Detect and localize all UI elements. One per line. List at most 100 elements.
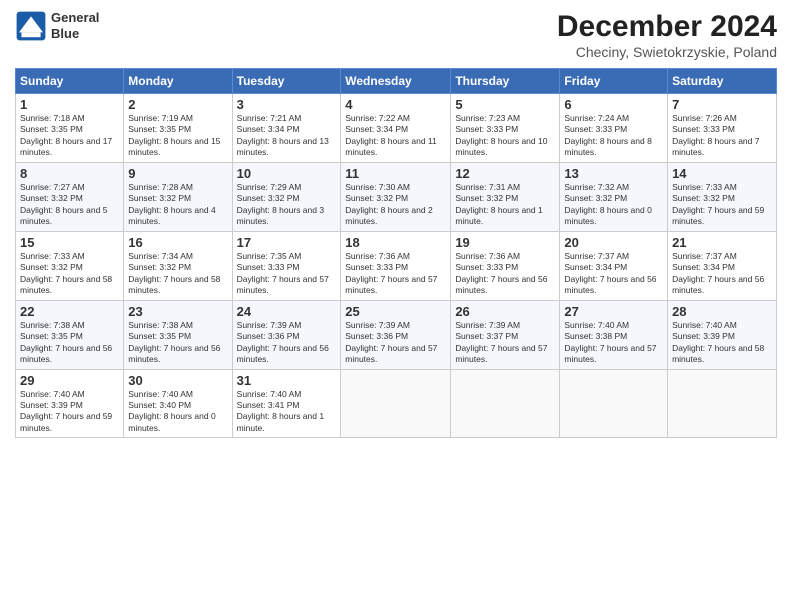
day-info: Sunrise: 7:22 AM Sunset: 3:34 PM Dayligh…: [345, 113, 446, 159]
day-info: Sunrise: 7:40 AM Sunset: 3:38 PM Dayligh…: [564, 320, 663, 366]
calendar-row-5: 29Sunrise: 7:40 AM Sunset: 3:39 PM Dayli…: [16, 369, 777, 438]
title-area: December 2024 Checiny, Swietokrzyskie, P…: [557, 10, 777, 60]
table-row: 24Sunrise: 7:39 AM Sunset: 3:36 PM Dayli…: [232, 300, 341, 369]
table-row: 10Sunrise: 7:29 AM Sunset: 3:32 PM Dayli…: [232, 162, 341, 231]
day-info: Sunrise: 7:26 AM Sunset: 3:33 PM Dayligh…: [672, 113, 772, 159]
day-number: 2: [128, 97, 227, 112]
calendar-row-4: 22 Sunrise: 7:38 AM Sunset: 3:35 PM Dayli…: [16, 300, 777, 369]
day-info: Sunrise: 7:29 AM Sunset: 3:32 PM Dayligh…: [237, 182, 337, 228]
table-row: 13Sunrise: 7:32 AM Sunset: 3:32 PM Dayli…: [560, 162, 668, 231]
calendar-row-1: 1Sunrise: 7:18 AM Sunset: 3:35 PM Daylig…: [16, 94, 777, 163]
subtitle: Checiny, Swietokrzyskie, Poland: [557, 44, 777, 60]
table-row: 7Sunrise: 7:26 AM Sunset: 3:33 PM Daylig…: [668, 94, 777, 163]
table-row: 26Sunrise: 7:39 AM Sunset: 3:37 PM Dayli…: [451, 300, 560, 369]
day-number: 20: [564, 235, 663, 250]
day-number: 10: [237, 166, 337, 181]
day-info: Sunrise: 7:40 AM Sunset: 3:41 PM Dayligh…: [237, 389, 337, 435]
day-info: Sunrise: 7:40 AM Sunset: 3:39 PM Dayligh…: [672, 320, 772, 366]
table-row: 1Sunrise: 7:18 AM Sunset: 3:35 PM Daylig…: [16, 94, 124, 163]
day-info: Sunrise: 7:39 AM Sunset: 3:36 PM Dayligh…: [237, 320, 337, 366]
calendar-header-row: Sunday Monday Tuesday Wednesday Thursday…: [16, 69, 777, 94]
day-number: 13: [564, 166, 663, 181]
day-number: 9: [128, 166, 227, 181]
day-info: Sunrise: 7:32 AM Sunset: 3:32 PM Dayligh…: [564, 182, 663, 228]
day-number: 3: [237, 97, 337, 112]
table-row: 30Sunrise: 7:40 AM Sunset: 3:40 PM Dayli…: [124, 369, 232, 438]
col-tuesday: Tuesday: [232, 69, 341, 94]
day-number: 26: [455, 304, 555, 319]
day-number: 5: [455, 97, 555, 112]
day-number: 6: [564, 97, 663, 112]
day-number: 21: [672, 235, 772, 250]
day-info: Sunrise: 7:38 AM Sunset: 3:35 PM Dayligh…: [128, 320, 227, 366]
table-row: 19Sunrise: 7:36 AM Sunset: 3:33 PM Dayli…: [451, 231, 560, 300]
day-info: Sunrise: 7:35 AM Sunset: 3:33 PM Dayligh…: [237, 251, 337, 297]
table-row: 21Sunrise: 7:37 AM Sunset: 3:34 PM Dayli…: [668, 231, 777, 300]
day-info: Sunrise: 7:21 AM Sunset: 3:34 PM Dayligh…: [237, 113, 337, 159]
col-friday: Friday: [560, 69, 668, 94]
day-number: 24: [237, 304, 337, 319]
day-number: 11: [345, 166, 446, 181]
day-number: 23: [128, 304, 227, 319]
table-row: 12Sunrise: 7:31 AM Sunset: 3:32 PM Dayli…: [451, 162, 560, 231]
table-row: 5Sunrise: 7:23 AM Sunset: 3:33 PM Daylig…: [451, 94, 560, 163]
day-info: Sunrise: 7:39 AM Sunset: 3:36 PM Dayligh…: [345, 320, 446, 366]
col-sunday: Sunday: [16, 69, 124, 94]
day-number: 8: [20, 166, 119, 181]
day-info: Sunrise: 7:18 AM Sunset: 3:35 PM Dayligh…: [20, 113, 119, 159]
table-row: 18Sunrise: 7:36 AM Sunset: 3:33 PM Dayli…: [341, 231, 451, 300]
logo-line1: General: [51, 10, 99, 26]
logo-line2: Blue: [51, 26, 99, 42]
table-row: 28Sunrise: 7:40 AM Sunset: 3:39 PM Dayli…: [668, 300, 777, 369]
table-row: 14Sunrise: 7:33 AM Sunset: 3:32 PM Dayli…: [668, 162, 777, 231]
table-row: [341, 369, 451, 438]
day-info: Sunrise: 7:40 AM Sunset: 3:39 PM Dayligh…: [20, 389, 119, 435]
col-monday: Monday: [124, 69, 232, 94]
calendar-row-2: 8Sunrise: 7:27 AM Sunset: 3:32 PM Daylig…: [16, 162, 777, 231]
table-row: [451, 369, 560, 438]
table-row: 29Sunrise: 7:40 AM Sunset: 3:39 PM Dayli…: [16, 369, 124, 438]
day-info: Sunrise: 7:36 AM Sunset: 3:33 PM Dayligh…: [455, 251, 555, 297]
table-row: [560, 369, 668, 438]
header: General Blue December 2024 Checiny, Swie…: [15, 10, 777, 60]
logo: General Blue: [15, 10, 99, 42]
col-saturday: Saturday: [668, 69, 777, 94]
table-row: 31Sunrise: 7:40 AM Sunset: 3:41 PM Dayli…: [232, 369, 341, 438]
day-number: 14: [672, 166, 772, 181]
day-number: 27: [564, 304, 663, 319]
calendar-table: Sunday Monday Tuesday Wednesday Thursday…: [15, 68, 777, 438]
day-info: Sunrise: 7:24 AM Sunset: 3:33 PM Dayligh…: [564, 113, 663, 159]
day-number: 28: [672, 304, 772, 319]
table-row: 16Sunrise: 7:34 AM Sunset: 3:32 PM Dayli…: [124, 231, 232, 300]
day-info: Sunrise: 7:30 AM Sunset: 3:32 PM Dayligh…: [345, 182, 446, 228]
table-row: 11Sunrise: 7:30 AM Sunset: 3:32 PM Dayli…: [341, 162, 451, 231]
table-row: 9Sunrise: 7:28 AM Sunset: 3:32 PM Daylig…: [124, 162, 232, 231]
day-info: Sunrise: 7:39 AM Sunset: 3:37 PM Dayligh…: [455, 320, 555, 366]
table-row: 2Sunrise: 7:19 AM Sunset: 3:35 PM Daylig…: [124, 94, 232, 163]
day-info: Sunrise: 7:28 AM Sunset: 3:32 PM Dayligh…: [128, 182, 227, 228]
day-info: Sunrise: 7:19 AM Sunset: 3:35 PM Dayligh…: [128, 113, 227, 159]
calendar-row-3: 15Sunrise: 7:33 AM Sunset: 3:32 PM Dayli…: [16, 231, 777, 300]
day-number: 22: [20, 304, 119, 319]
day-number: 15: [20, 235, 119, 250]
table-row: 22Sunrise: 7:38 AM Sunset: 3:35 PM Dayli…: [16, 300, 124, 369]
day-info: Sunrise: 7:34 AM Sunset: 3:32 PM Dayligh…: [128, 251, 227, 297]
day-info: Sunrise: 7:33 AM Sunset: 3:32 PM Dayligh…: [20, 251, 119, 297]
day-info: Sunrise: 7:33 AM Sunset: 3:32 PM Dayligh…: [672, 182, 772, 228]
table-row: 25Sunrise: 7:39 AM Sunset: 3:36 PM Dayli…: [341, 300, 451, 369]
day-info: Sunrise: 7:27 AM Sunset: 3:32 PM Dayligh…: [20, 182, 119, 228]
day-number: 1: [20, 97, 119, 112]
day-number: 19: [455, 235, 555, 250]
day-number: 16: [128, 235, 227, 250]
day-number: 30: [128, 373, 227, 388]
logo-icon: [15, 10, 47, 42]
table-row: 27Sunrise: 7:40 AM Sunset: 3:38 PM Dayli…: [560, 300, 668, 369]
page-container: General Blue December 2024 Checiny, Swie…: [0, 0, 792, 443]
col-thursday: Thursday: [451, 69, 560, 94]
day-number: 12: [455, 166, 555, 181]
table-row: 15Sunrise: 7:33 AM Sunset: 3:32 PM Dayli…: [16, 231, 124, 300]
table-row: 8Sunrise: 7:27 AM Sunset: 3:32 PM Daylig…: [16, 162, 124, 231]
day-number: 7: [672, 97, 772, 112]
table-row: 6Sunrise: 7:24 AM Sunset: 3:33 PM Daylig…: [560, 94, 668, 163]
day-number: 25: [345, 304, 446, 319]
